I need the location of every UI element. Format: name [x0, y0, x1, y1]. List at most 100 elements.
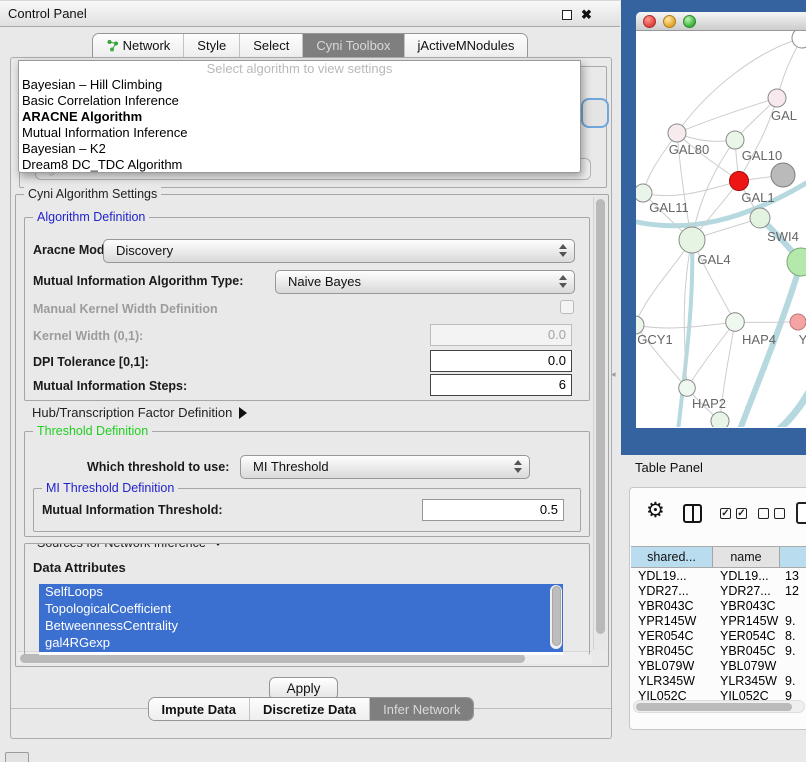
tab-impute-data[interactable]: Impute Data — [149, 698, 249, 720]
which-threshold-label: Which threshold to use: — [87, 460, 229, 474]
tab-discretize-data[interactable]: Discretize Data — [249, 698, 369, 720]
tab-cyni-toolbox[interactable]: Cyni Toolbox — [302, 34, 403, 57]
menu-item[interactable]: Bayesian – K2 — [19, 141, 580, 157]
table-horizontal-scrollbar[interactable] — [633, 700, 805, 713]
mi-threshold-input[interactable]: 0.5 — [422, 499, 564, 521]
manual-kernel-checkbox[interactable] — [560, 300, 574, 314]
column-header-name[interactable]: name — [713, 547, 780, 567]
manual-kernel-label: Manual Kernel Width Definition — [33, 302, 218, 316]
table-row[interactable]: YER054CYER054C8. — [631, 629, 806, 644]
split-columns-icon[interactable] — [683, 504, 702, 523]
tab-network[interactable]: Network — [93, 34, 184, 57]
list-item[interactable]: gal4RGexp — [39, 635, 563, 652]
table-panel-inset: ⚙ ✓ ✓ shared... name YDL19...YDL19...13 … — [629, 487, 806, 730]
tab-select[interactable]: Select — [239, 34, 302, 57]
table-row[interactable]: YBR045CYBR045C9. — [631, 644, 806, 659]
hub-factor-expander[interactable]: Hub/Transcription Factor Definition — [32, 405, 247, 420]
network-node-label: GAL80 — [669, 142, 709, 157]
which-threshold-combo[interactable]: MI Threshold — [240, 455, 530, 479]
column-header-partial[interactable] — [780, 547, 806, 567]
unchecked-box-icon[interactable] — [758, 508, 769, 519]
tab-jactivemnodules[interactable]: jActiveMNodules — [404, 34, 528, 57]
network-node[interactable] — [711, 412, 729, 427]
combo-stepper-icon — [559, 275, 567, 288]
tab-infer-network[interactable]: Infer Network — [369, 698, 473, 720]
column-header-shared-name[interactable]: shared... — [631, 547, 713, 567]
dpi-tolerance-input[interactable]: 0.0 — [430, 350, 572, 372]
network-node[interactable] — [768, 89, 786, 107]
bottom-tabbar: Impute Data Discretize Data Infer Networ… — [11, 697, 611, 721]
network-node[interactable] — [679, 227, 705, 253]
network-node[interactable] — [792, 31, 806, 48]
float-window-icon[interactable] — [562, 10, 572, 20]
dpi-tolerance-label: DPI Tolerance [0,1]: — [33, 355, 149, 369]
data-attributes-list[interactable]: SelfLoops TopologicalCoefficient Between… — [39, 584, 563, 655]
menu-item[interactable]: Dream8 DC_TDC Algorithm — [19, 157, 580, 173]
zoom-window-icon[interactable] — [683, 15, 696, 28]
network-node-label: GAL — [771, 108, 797, 123]
table-toolbar: ⚙ ✓ ✓ — [630, 488, 806, 540]
combo-stepper-icon — [514, 460, 522, 473]
aracne-mode-combo[interactable]: Discovery — [103, 239, 575, 263]
network-node-label: GAL4 — [697, 252, 730, 267]
network-node[interactable] — [726, 131, 744, 149]
mi-steps-input[interactable]: 6 — [430, 374, 572, 396]
network-canvas[interactable]: GALGAL80GAL10GAL1GAL11SWI4GAL4GCY1HAP4YH… — [636, 31, 806, 427]
table-row[interactable]: YLR345WYLR345W9. — [631, 674, 806, 689]
checked-box-icon[interactable]: ✓ — [736, 508, 747, 519]
tab-style[interactable]: Style — [183, 34, 239, 57]
table-row[interactable]: YBL079WYBL079W — [631, 659, 806, 674]
network-node[interactable] — [730, 172, 749, 191]
table-row[interactable]: YDL19...YDL19...13 — [631, 569, 806, 584]
list-item[interactable]: SelfLoops — [39, 584, 563, 601]
table-panel-title: Table Panel — [635, 460, 703, 475]
list-item[interactable]: TopologicalCoefficient — [39, 601, 563, 618]
settings-vertical-scrollbar[interactable] — [593, 197, 606, 650]
network-node[interactable] — [726, 313, 745, 332]
algorithm-definition-group: Algorithm Definition Aracne Mode: Discov… — [24, 217, 590, 401]
network-node[interactable] — [790, 314, 806, 330]
network-node[interactable] — [679, 380, 696, 397]
menu-item-selected[interactable]: ARACNE Algorithm — [19, 109, 580, 125]
close-panel-icon[interactable]: ✖ — [581, 5, 592, 25]
list-scrollbar[interactable] — [550, 585, 562, 649]
menu-item[interactable]: Bayesian – Hill Climbing — [19, 77, 580, 93]
minimize-window-icon[interactable] — [663, 15, 676, 28]
mi-type-combo[interactable]: Naive Bayes — [275, 270, 575, 294]
network-node[interactable] — [668, 124, 686, 142]
network-node-label: HAP2 — [692, 396, 726, 411]
cyni-algorithm-settings-group: Cyni Algorithm Settings Algorithm Defini… — [15, 194, 609, 667]
unchecked-box-icon[interactable] — [774, 508, 785, 519]
network-node-label: GCY1 — [637, 332, 672, 347]
table-row[interactable]: YBR043CYBR043C — [631, 599, 806, 614]
control-panel-title: Control Panel — [8, 1, 87, 27]
network-view-window: GALGAL80GAL10GAL1GAL11SWI4GAL4GCY1HAP4YH… — [636, 12, 806, 428]
partial-document-icon[interactable] — [796, 502, 806, 524]
close-window-icon[interactable] — [643, 15, 656, 28]
focused-combo-fragment — [583, 100, 607, 126]
mi-threshold-group: MI Threshold Definition Mutual Informati… — [33, 488, 581, 532]
threshold-definition-title: Threshold Definition — [33, 424, 152, 438]
mi-type-label: Mutual Information Algorithm Type: — [33, 274, 243, 288]
network-tab-icon — [106, 36, 119, 58]
table-row[interactable]: YPR145WYPR145W9. — [631, 614, 806, 629]
network-node-label: SWI4 — [767, 229, 799, 244]
menu-item[interactable]: Mutual Information Inference — [19, 125, 580, 141]
network-node[interactable] — [771, 163, 795, 187]
collapsed-panel-icon[interactable] — [5, 752, 29, 762]
sources-group-title[interactable]: Sources for Network Inference — [33, 543, 228, 550]
network-node-label: Y — [799, 332, 806, 347]
checked-box-icon[interactable]: ✓ — [720, 508, 731, 519]
combo-stepper-icon — [559, 244, 567, 257]
settings-gear-icon[interactable]: ⚙ — [646, 498, 665, 523]
network-nodes[interactable]: GALGAL80GAL10GAL1GAL11SWI4GAL4GCY1HAP4YH… — [636, 31, 806, 427]
list-item[interactable]: BetweennessCentrality — [39, 618, 563, 635]
network-node-label: GAL1 — [741, 190, 774, 205]
kernel-width-label: Kernel Width (0,1): — [33, 329, 143, 343]
panel-divider-handle[interactable]: ◂ — [611, 369, 616, 380]
menu-item[interactable]: Basic Correlation Inference — [19, 93, 580, 109]
network-node[interactable] — [750, 208, 770, 228]
table-row[interactable]: YDR27...YDR27...12 — [631, 584, 806, 599]
algorithm-dropdown-popup: Select algorithm to view settings Bayesi… — [18, 60, 581, 173]
kernel-width-input[interactable]: 0.0 — [430, 324, 572, 346]
